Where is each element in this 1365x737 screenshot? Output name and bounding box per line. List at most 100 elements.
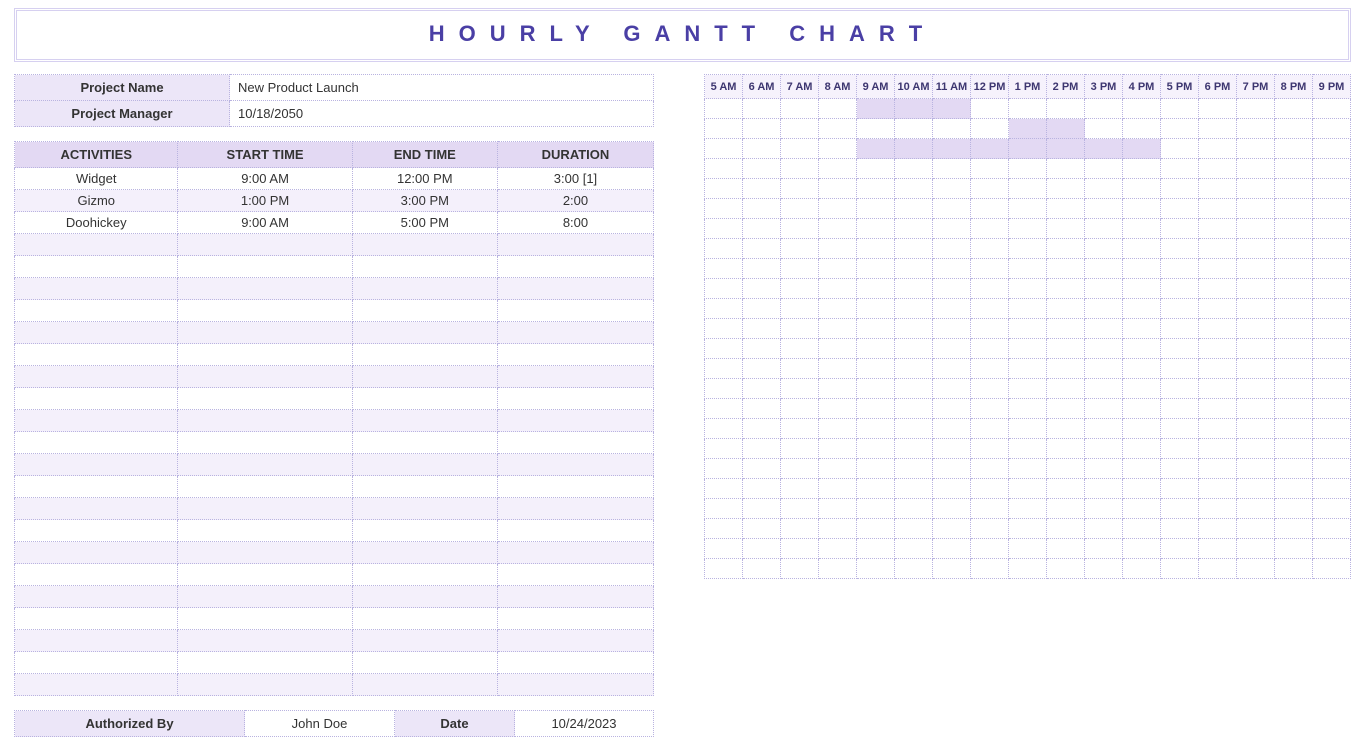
gantt-cell[interactable] [1047,499,1085,519]
gantt-cell[interactable] [1237,199,1275,219]
empty-cell[interactable] [15,498,178,520]
gantt-cell[interactable] [705,399,743,419]
gantt-cell[interactable] [781,219,819,239]
gantt-cell[interactable] [1313,359,1351,379]
gantt-cell[interactable] [743,299,781,319]
gantt-cell[interactable] [1237,479,1275,499]
gantt-cell[interactable] [1161,459,1199,479]
empty-cell[interactable] [352,674,497,696]
empty-cell[interactable] [178,564,352,586]
gantt-cell[interactable] [971,519,1009,539]
gantt-cell[interactable] [1009,179,1047,199]
gantt-cell[interactable] [1085,559,1123,579]
empty-cell[interactable] [497,652,653,674]
gantt-cell[interactable] [1047,319,1085,339]
gantt-cell[interactable] [819,519,857,539]
gantt-cell[interactable] [1047,419,1085,439]
gantt-cell[interactable] [1275,279,1313,299]
gantt-cell[interactable] [857,139,895,159]
gantt-cell[interactable] [857,479,895,499]
gantt-cell[interactable] [705,359,743,379]
gantt-cell[interactable] [705,499,743,519]
gantt-cell[interactable] [933,399,971,419]
gantt-cell[interactable] [1237,179,1275,199]
gantt-cell[interactable] [743,259,781,279]
gantt-cell[interactable] [1161,259,1199,279]
gantt-cell[interactable] [819,159,857,179]
gantt-cell[interactable] [781,439,819,459]
gantt-cell[interactable] [819,199,857,219]
empty-cell[interactable] [497,564,653,586]
table-row[interactable] [15,278,654,300]
gantt-cell[interactable] [857,519,895,539]
gantt-cell[interactable] [1199,379,1237,399]
gantt-cell[interactable] [1123,239,1161,259]
gantt-cell[interactable] [705,139,743,159]
empty-cell[interactable] [352,498,497,520]
table-row[interactable] [15,234,654,256]
gantt-cell[interactable] [1123,299,1161,319]
empty-cell[interactable] [497,278,653,300]
gantt-cell[interactable] [1085,159,1123,179]
gantt-cell[interactable] [1085,179,1123,199]
gantt-cell[interactable] [933,519,971,539]
gantt-cell[interactable] [1313,339,1351,359]
gantt-cell[interactable] [933,159,971,179]
gantt-cell[interactable] [895,499,933,519]
gantt-cell[interactable] [1199,199,1237,219]
gantt-cell[interactable] [1313,139,1351,159]
gantt-cell[interactable] [1313,539,1351,559]
gantt-cell[interactable] [1009,239,1047,259]
cell-name[interactable]: Widget [15,168,178,190]
gantt-cell[interactable] [1047,219,1085,239]
gantt-cell[interactable] [895,559,933,579]
gantt-cell[interactable] [1199,299,1237,319]
gantt-cell[interactable] [819,559,857,579]
empty-cell[interactable] [178,608,352,630]
empty-cell[interactable] [178,388,352,410]
gantt-cell[interactable] [1199,159,1237,179]
gantt-cell[interactable] [1047,559,1085,579]
empty-cell[interactable] [15,278,178,300]
gantt-cell[interactable] [1237,359,1275,379]
gantt-cell[interactable] [971,479,1009,499]
gantt-cell[interactable] [705,419,743,439]
gantt-cell[interactable] [933,479,971,499]
table-row[interactable] [15,520,654,542]
empty-cell[interactable] [497,344,653,366]
table-row[interactable]: Widget9:00 AM12:00 PM3:00 [1] [15,168,654,190]
table-row[interactable] [15,410,654,432]
empty-cell[interactable] [178,432,352,454]
gantt-cell[interactable] [933,219,971,239]
gantt-cell[interactable] [705,199,743,219]
gantt-cell[interactable] [743,459,781,479]
gantt-cell[interactable] [1313,259,1351,279]
gantt-cell[interactable] [1275,559,1313,579]
gantt-cell[interactable] [1123,539,1161,559]
gantt-cell[interactable] [1085,199,1123,219]
gantt-cell[interactable] [819,339,857,359]
gantt-cell[interactable] [857,239,895,259]
cell-start[interactable]: 1:00 PM [178,190,352,212]
gantt-cell[interactable] [857,359,895,379]
gantt-cell[interactable] [1009,259,1047,279]
gantt-cell[interactable] [1199,279,1237,299]
gantt-cell[interactable] [1085,279,1123,299]
empty-cell[interactable] [15,300,178,322]
gantt-cell[interactable] [781,239,819,259]
gantt-cell[interactable] [1085,379,1123,399]
empty-cell[interactable] [178,630,352,652]
gantt-cell[interactable] [933,439,971,459]
gantt-cell[interactable] [1275,259,1313,279]
gantt-cell[interactable] [971,399,1009,419]
gantt-cell[interactable] [743,239,781,259]
gantt-cell[interactable] [933,339,971,359]
empty-cell[interactable] [15,586,178,608]
gantt-cell[interactable] [1199,519,1237,539]
gantt-cell[interactable] [895,119,933,139]
gantt-cell[interactable] [895,239,933,259]
gantt-cell[interactable] [1123,359,1161,379]
gantt-cell[interactable] [933,119,971,139]
empty-cell[interactable] [497,234,653,256]
gantt-cell[interactable] [1161,359,1199,379]
